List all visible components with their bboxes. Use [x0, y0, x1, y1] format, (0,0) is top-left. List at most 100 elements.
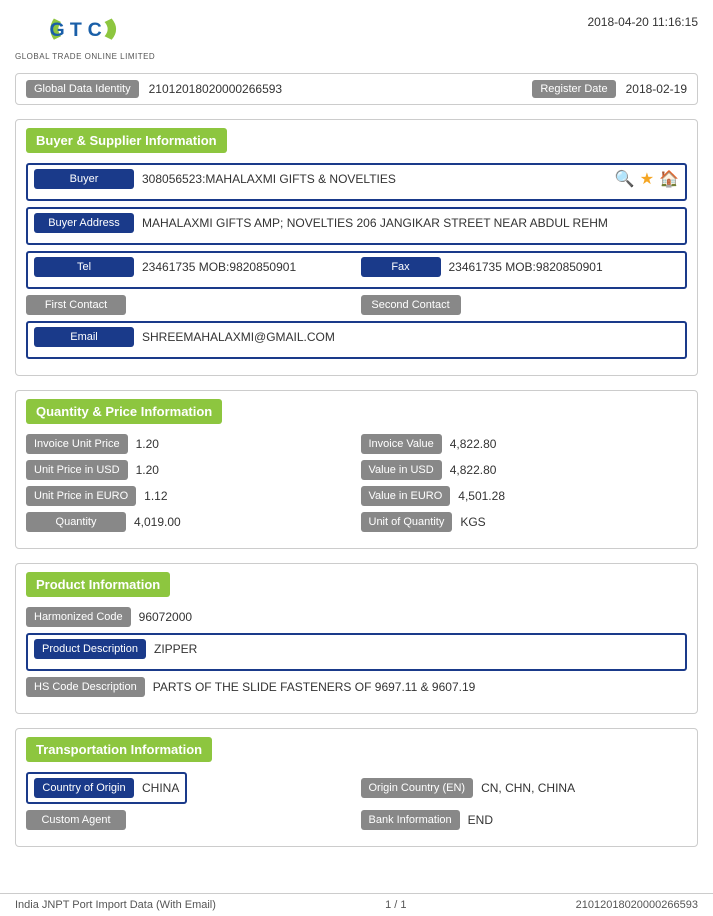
- invoice-value-value: 4,822.80: [450, 437, 687, 451]
- buyer-address-value: MAHALAXMI GIFTS AMP; NOVELTIES 206 JANGI…: [142, 216, 679, 230]
- origin-country-en-label: Origin Country (EN): [361, 778, 474, 798]
- star-icon[interactable]: ★: [640, 169, 654, 189]
- transportation-title: Transportation Information: [26, 737, 212, 762]
- product-description-label: Product Description: [34, 639, 146, 659]
- harmonized-code-row: Harmonized Code 96072000: [26, 607, 687, 627]
- bank-information-pair: Bank Information END: [361, 810, 688, 830]
- global-data-value: 21012018020000266593: [149, 82, 523, 96]
- invoice-unit-price-label: Invoice Unit Price: [26, 434, 128, 454]
- value-euro-pair: Value in EURO 4,501.28: [361, 486, 688, 506]
- logo-svg: G T C: [45, 10, 125, 50]
- country-of-origin-value: CHINA: [142, 781, 179, 795]
- quantity-value: 4,019.00: [134, 515, 353, 529]
- quantity-row: Quantity 4,019.00 Unit of Quantity KGS: [26, 512, 687, 532]
- tel-pair: Tel 23461735 MOB:9820850901: [34, 257, 353, 277]
- product-description-block: Product Description ZIPPER: [26, 633, 687, 671]
- quantity-pair: Quantity 4,019.00: [26, 512, 353, 532]
- email-block: Email SHREEMAHALAXMI@GMAIL.COM: [26, 321, 687, 359]
- second-contact-pair: Second Contact: [361, 295, 688, 315]
- buyer-supplier-title: Buyer & Supplier Information: [26, 128, 227, 153]
- harmonized-code-label: Harmonized Code: [26, 607, 131, 627]
- invoice-unit-price-value: 1.20: [136, 437, 353, 451]
- fax-label: Fax: [361, 257, 441, 277]
- unit-price-euro-pair: Unit Price in EURO 1.12: [26, 486, 353, 506]
- footer-right: 21012018020000266593: [576, 899, 698, 911]
- unit-of-quantity-pair: Unit of Quantity KGS: [361, 512, 688, 532]
- country-of-origin-pair: Country of Origin CHINA: [26, 772, 353, 804]
- buyer-address-label: Buyer Address: [34, 213, 134, 233]
- contact-row: First Contact Second Contact: [26, 295, 687, 315]
- footer-left: India JNPT Port Import Data (With Email): [15, 899, 216, 911]
- country-of-origin-block: Country of Origin CHINA: [26, 772, 187, 804]
- svg-text:C: C: [88, 19, 102, 41]
- buyer-value: 308056523:MAHALAXMI GIFTS & NOVELTIES: [142, 172, 607, 186]
- global-data-row: Global Data Identity 2101201802000026659…: [15, 73, 698, 105]
- custom-agent-pair: Custom Agent: [26, 810, 353, 830]
- page-header: G T C GLOBAL TRADE ONLINE LIMITED 2018-0…: [15, 10, 698, 61]
- fax-pair: Fax 23461735 MOB:9820850901: [361, 257, 680, 277]
- harmonized-code-value: 96072000: [139, 610, 687, 624]
- quantity-price-section: Quantity & Price Information Invoice Uni…: [15, 390, 698, 549]
- origin-row: Country of Origin CHINA Origin Country (…: [26, 772, 687, 804]
- logo-tagline: GLOBAL TRADE ONLINE LIMITED: [15, 52, 155, 61]
- product-info-title: Product Information: [26, 572, 170, 597]
- unit-of-quantity-value: KGS: [460, 515, 687, 529]
- hs-code-row: HS Code Description PARTS OF THE SLIDE F…: [26, 677, 687, 697]
- value-usd-pair: Value in USD 4,822.80: [361, 460, 688, 480]
- fax-value: 23461735 MOB:9820850901: [449, 260, 680, 274]
- buyer-supplier-section: Buyer & Supplier Information Buyer 30805…: [15, 119, 698, 376]
- agent-bank-row: Custom Agent Bank Information END: [26, 810, 687, 830]
- country-of-origin-label: Country of Origin: [34, 778, 134, 798]
- register-date-label: Register Date: [532, 80, 615, 98]
- hs-code-label: HS Code Description: [26, 677, 145, 697]
- first-contact-pair: First Contact: [26, 295, 353, 315]
- second-contact-label: Second Contact: [361, 295, 461, 315]
- svg-text:G: G: [50, 19, 65, 41]
- euro-row: Unit Price in EURO 1.12 Value in EURO 4,…: [26, 486, 687, 506]
- usd-row: Unit Price in USD 1.20 Value in USD 4,82…: [26, 460, 687, 480]
- email-label: Email: [34, 327, 134, 347]
- custom-agent-label: Custom Agent: [26, 810, 126, 830]
- search-icon[interactable]: 🔍: [615, 169, 635, 189]
- email-row: Email SHREEMAHALAXMI@GMAIL.COM: [34, 327, 679, 347]
- origin-country-en-value: CN, CHN, CHINA: [481, 781, 687, 795]
- bank-information-label: Bank Information: [361, 810, 460, 830]
- origin-country-en-pair: Origin Country (EN) CN, CHN, CHINA: [361, 778, 688, 798]
- home-icon[interactable]: 🏠: [659, 169, 679, 189]
- first-contact-label: First Contact: [26, 295, 126, 315]
- svg-text:T: T: [70, 19, 82, 41]
- buyer-address-row: Buyer Address MAHALAXMI GIFTS AMP; NOVEL…: [34, 213, 679, 233]
- tel-label: Tel: [34, 257, 134, 277]
- invoice-value-pair: Invoice Value 4,822.80: [361, 434, 688, 454]
- global-data-label: Global Data Identity: [26, 80, 139, 98]
- footer-center: 1 / 1: [385, 899, 406, 911]
- unit-price-euro-label: Unit Price in EURO: [26, 486, 136, 506]
- unit-price-usd-label: Unit Price in USD: [26, 460, 128, 480]
- buyer-label: Buyer: [34, 169, 134, 189]
- invoice-value-label: Invoice Value: [361, 434, 442, 454]
- page-footer: India JNPT Port Import Data (With Email)…: [0, 893, 713, 916]
- email-value: SHREEMAHALAXMI@GMAIL.COM: [142, 330, 679, 344]
- tel-fax-block: Tel 23461735 MOB:9820850901 Fax 23461735…: [26, 251, 687, 289]
- datetime: 2018-04-20 11:16:15: [587, 10, 698, 29]
- product-info-section: Product Information Harmonized Code 9607…: [15, 563, 698, 714]
- buyer-address-block: Buyer Address MAHALAXMI GIFTS AMP; NOVEL…: [26, 207, 687, 245]
- unit-price-usd-value: 1.20: [136, 463, 353, 477]
- unit-price-usd-pair: Unit Price in USD 1.20: [26, 460, 353, 480]
- unit-of-quantity-label: Unit of Quantity: [361, 512, 453, 532]
- product-description-value: ZIPPER: [154, 642, 679, 656]
- unit-price-euro-value: 1.12: [144, 489, 352, 503]
- value-euro-value: 4,501.28: [458, 489, 687, 503]
- tel-fax-row: Tel 23461735 MOB:9820850901 Fax 23461735…: [34, 257, 679, 277]
- invoice-row: Invoice Unit Price 1.20 Invoice Value 4,…: [26, 434, 687, 454]
- buyer-icons: 🔍 ★ 🏠: [615, 169, 679, 189]
- quantity-label: Quantity: [26, 512, 126, 532]
- quantity-price-title: Quantity & Price Information: [26, 399, 222, 424]
- value-usd-label: Value in USD: [361, 460, 442, 480]
- value-euro-label: Value in EURO: [361, 486, 451, 506]
- tel-value: 23461735 MOB:9820850901: [142, 260, 353, 274]
- bank-information-value: END: [468, 813, 687, 827]
- logo: G T C GLOBAL TRADE ONLINE LIMITED: [15, 10, 155, 61]
- product-description-row: Product Description ZIPPER: [34, 639, 679, 659]
- buyer-block: Buyer 308056523:MAHALAXMI GIFTS & NOVELT…: [26, 163, 687, 201]
